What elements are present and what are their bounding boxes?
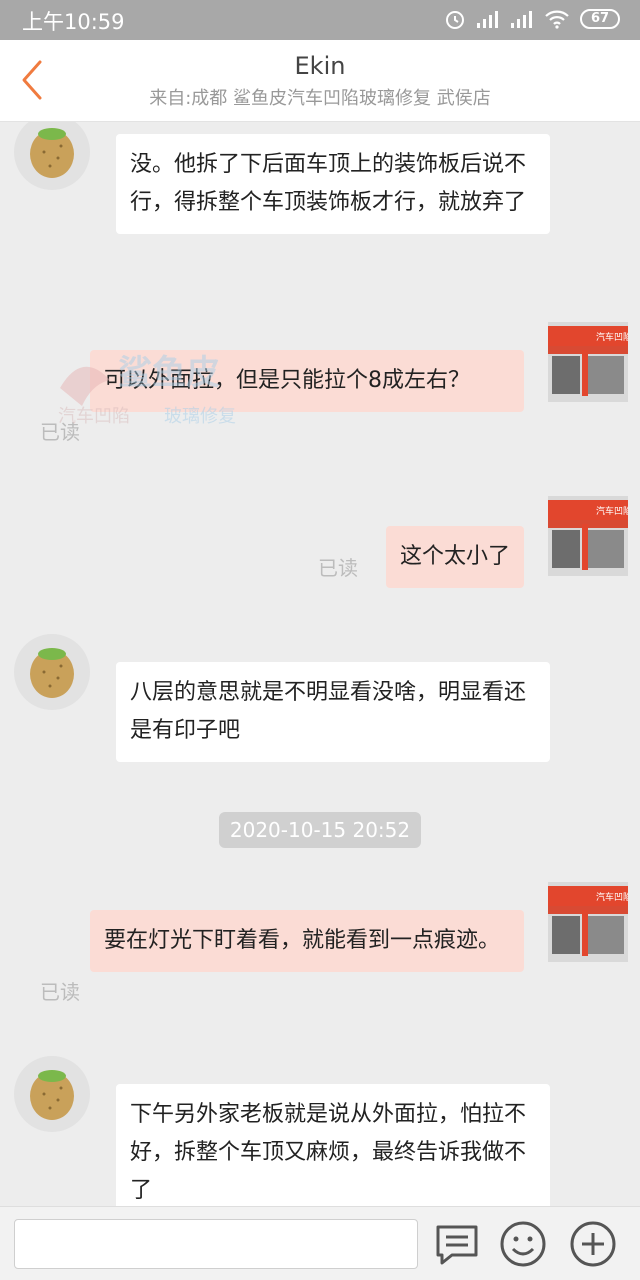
- status-icons: 67: [444, 8, 620, 30]
- status-time: 上午10:59: [22, 10, 125, 34]
- input-bar: [0, 1206, 640, 1280]
- store-photo: 汽车凹陷修: [548, 882, 628, 962]
- kiwi-avatar-icon: [30, 648, 74, 698]
- message-bubble[interactable]: 没。他拆了下后面车顶上的装饰板后说不行，得拆整个车顶装饰板才行，就放弃了: [116, 134, 550, 234]
- message-input[interactable]: [14, 1219, 418, 1269]
- signal-icon: [477, 11, 498, 28]
- wifi-icon: [545, 10, 569, 29]
- message-bubble[interactable]: 要在灯光下盯着看，就能看到一点痕迹。: [90, 910, 524, 972]
- contact-name: Ekin: [294, 52, 346, 80]
- chat-header: Ekin 来自:成都 鲨鱼皮汽车凹陷玻璃修复 武侯店: [0, 40, 640, 122]
- alarm-icon: [446, 11, 464, 29]
- battery-icon: 67: [580, 9, 620, 29]
- emoji-icon[interactable]: [498, 1219, 548, 1269]
- store-sign-text: 汽车凹陷修: [596, 331, 628, 343]
- watermark-line1: 汽车凹陷: [58, 406, 130, 427]
- store-sign-text: 汽车凹陷修: [596, 891, 628, 903]
- message-bubble[interactable]: 这个太小了: [385, 526, 524, 588]
- read-receipt: 已读: [40, 980, 80, 1004]
- message-bubble[interactable]: 下午另外家老板就是说从外面拉，怕拉不好，拆整个车顶又麻烦，最终告诉我做不了: [116, 1084, 550, 1206]
- contact-avatar[interactable]: [14, 634, 90, 710]
- chat-area[interactable]: 没。他拆了下后面车顶上的装饰板后说不行，得拆整个车顶装饰板才行，就放弃了 汽车凹…: [0, 122, 640, 1206]
- message-bubble[interactable]: 八层的意思就是不明显看没啥，明显看还是有印子吧: [116, 662, 550, 762]
- contact-avatar[interactable]: [14, 1056, 90, 1132]
- status-bar: 上午10:59 67: [0, 0, 640, 40]
- contact-avatar[interactable]: [14, 122, 90, 190]
- watermark-line2: 玻璃修复: [164, 406, 236, 427]
- read-receipt: 已读: [318, 556, 358, 580]
- kiwi-avatar-icon: [30, 128, 74, 178]
- store-photo: 汽车凹陷修: [548, 496, 628, 576]
- my-avatar[interactable]: 汽车凹陷修: [548, 882, 628, 962]
- watermark-brand: 鲨鱼皮: [118, 353, 220, 393]
- timestamp-divider: 2020-10-15 20:52: [219, 812, 421, 848]
- my-avatar[interactable]: 汽车凹陷修: [548, 322, 628, 402]
- contact-source: 来自:成都 鲨鱼皮汽车凹陷玻璃修复 武侯店: [149, 88, 491, 109]
- signal-hd-icon: [511, 11, 532, 28]
- watermark-logo: 鲨鱼皮 汽车凹陷 玻璃修复: [58, 353, 236, 427]
- kiwi-avatar-icon: [30, 1070, 74, 1120]
- plus-icon[interactable]: [568, 1219, 618, 1269]
- store-photo: 汽车凹陷修: [548, 322, 628, 402]
- store-sign-text: 汽车凹陷修: [596, 505, 628, 517]
- quick-reply-icon[interactable]: [432, 1219, 482, 1269]
- my-avatar[interactable]: 汽车凹陷修: [548, 496, 628, 576]
